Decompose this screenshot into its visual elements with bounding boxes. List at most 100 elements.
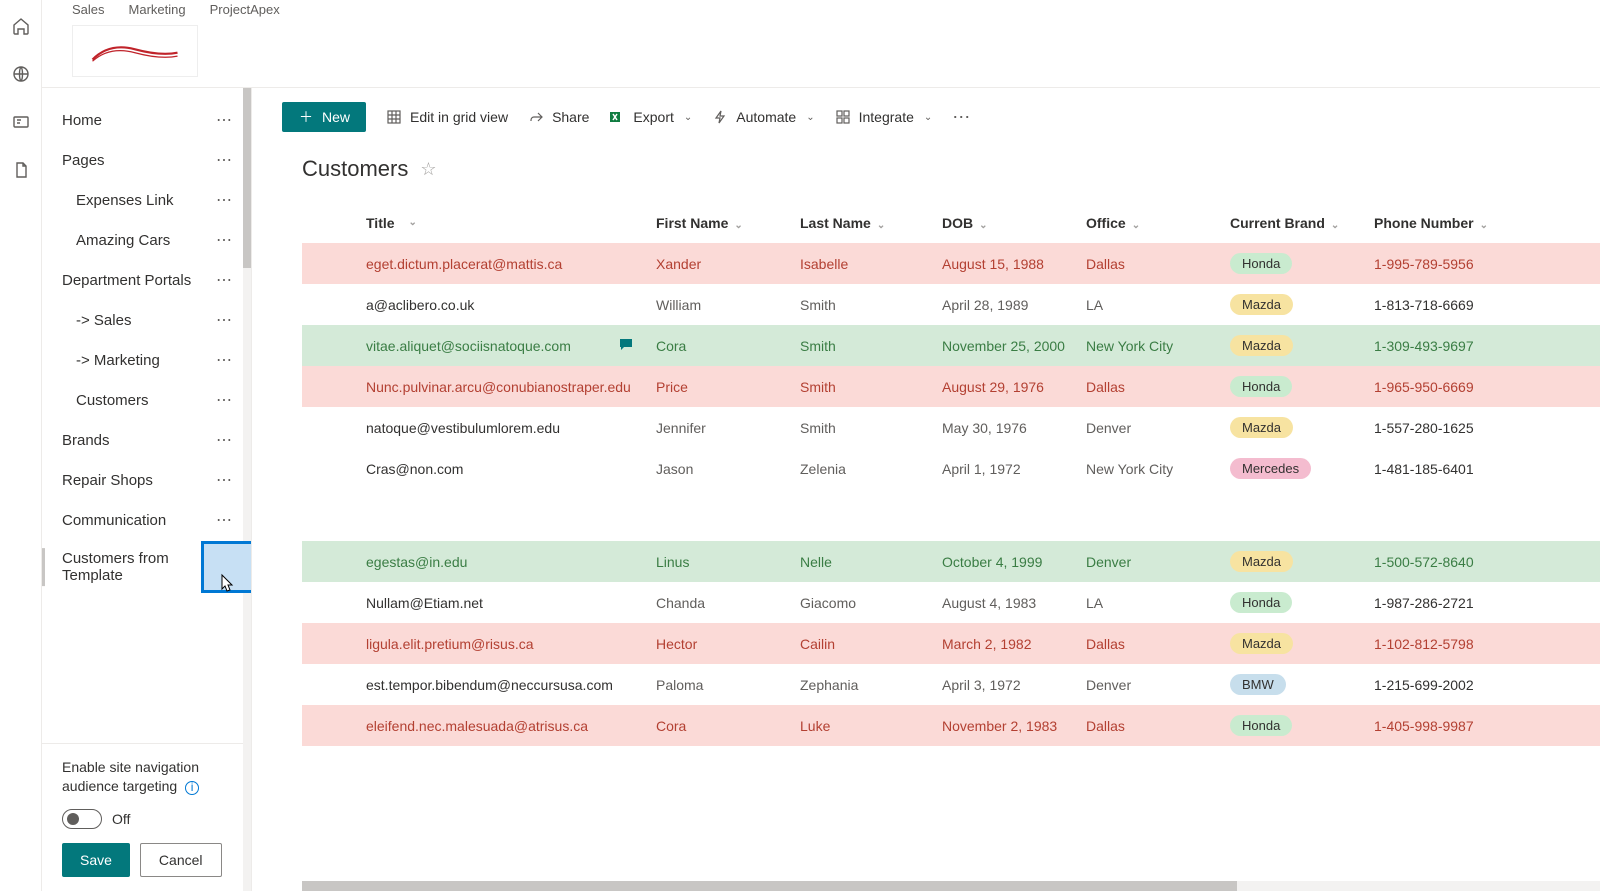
- column-phone[interactable]: Phone Number⌄: [1366, 215, 1506, 231]
- nav-item-more-icon[interactable]: ⋯: [212, 510, 237, 530]
- automate-button[interactable]: Automate ⌄: [712, 109, 814, 125]
- nav-item[interactable]: Expenses Link⋯: [42, 180, 251, 220]
- integrate-button[interactable]: Integrate ⌄: [835, 109, 933, 125]
- document-icon[interactable]: [11, 160, 31, 180]
- nav-item-label: Amazing Cars: [76, 232, 170, 249]
- cell-brand: Mazda: [1222, 335, 1366, 356]
- cell-title[interactable]: Nullam@Etiam.net: [358, 595, 648, 611]
- globe-icon[interactable]: [11, 64, 31, 84]
- favorite-icon[interactable]: ☆: [420, 159, 436, 180]
- save-button[interactable]: Save: [62, 843, 130, 877]
- nav-scrollbar[interactable]: [243, 88, 251, 891]
- info-icon[interactable]: i: [185, 781, 199, 795]
- edit-grid-button[interactable]: Edit in grid view: [386, 109, 508, 125]
- cell-brand: BMW: [1222, 674, 1366, 695]
- column-brand[interactable]: Current Brand⌄: [1222, 215, 1366, 231]
- nav-item-more-icon[interactable]: ⋯: [212, 470, 237, 490]
- brand-pill: Mazda: [1230, 335, 1293, 356]
- automate-icon: [712, 109, 728, 125]
- table-row[interactable]: natoque@vestibulumlorem.eduJenniferSmith…: [302, 407, 1600, 448]
- nav-item-label: Repair Shops: [62, 472, 153, 489]
- cell-title[interactable]: a@aclibero.co.uk: [358, 297, 648, 313]
- table-row[interactable]: egestas@in.eduLinusNelleOctober 4, 1999D…: [302, 541, 1600, 582]
- site-logo[interactable]: [72, 25, 198, 77]
- column-last-name[interactable]: Last Name⌄: [792, 215, 934, 231]
- table-row[interactable]: eget.dictum.placerat@mattis.caXanderIsab…: [302, 243, 1600, 284]
- export-button[interactable]: Export ⌄: [609, 109, 692, 125]
- nav-item-more-icon[interactable]: ⋯: [212, 150, 237, 170]
- nav-item[interactable]: -> Sales⋯: [42, 300, 251, 340]
- nav-item-more-icon[interactable]: ⋯: [212, 430, 237, 450]
- nav-item-more-icon[interactable]: ⋯: [212, 110, 237, 130]
- cell-title[interactable]: eget.dictum.placerat@mattis.ca: [358, 256, 648, 272]
- comment-icon[interactable]: [618, 336, 634, 355]
- nav-item[interactable]: Customers ⋯: [42, 380, 251, 420]
- nav-item-more-icon[interactable]: ⋯: [212, 390, 237, 410]
- nav-item[interactable]: Customers from Template⋯: [42, 540, 251, 594]
- news-icon[interactable]: [11, 112, 31, 132]
- excel-icon: [609, 109, 625, 125]
- nav-item[interactable]: Home⋯: [42, 100, 251, 140]
- cell-title[interactable]: Cras@non.com: [358, 461, 648, 477]
- chevron-down-icon: ⌄: [409, 217, 417, 228]
- cell-first: Cora: [648, 338, 792, 354]
- breadcrumb-item[interactable]: ProjectApex: [210, 2, 280, 17]
- column-dob[interactable]: DOB⌄: [934, 215, 1078, 231]
- column-office[interactable]: Office⌄: [1078, 215, 1222, 231]
- horizontal-scrollbar[interactable]: [302, 881, 1600, 891]
- table-row[interactable]: est.tempor.bibendum@neccursusa.comPaloma…: [302, 664, 1600, 705]
- new-button[interactable]: ＋ New: [282, 102, 366, 132]
- cell-title[interactable]: vitae.aliquet@sociisnatoque.com: [358, 336, 648, 355]
- nav-item[interactable]: Brands⋯: [42, 420, 251, 460]
- cell-title[interactable]: natoque@vestibulumlorem.edu: [358, 420, 648, 436]
- cell-dob: April 28, 1989: [934, 297, 1078, 313]
- table-row[interactable]: ligula.elit.pretium@risus.caHectorCailin…: [302, 623, 1600, 664]
- nav-item[interactable]: Communication⋯: [42, 500, 251, 540]
- table-row[interactable]: a@aclibero.co.ukWilliamSmithApril 28, 19…: [302, 284, 1600, 325]
- breadcrumb-item[interactable]: Marketing: [129, 2, 186, 17]
- table-row[interactable]: eleifend.nec.malesuada@atrisus.caCoraLuk…: [302, 705, 1600, 746]
- audience-toggle[interactable]: [62, 809, 102, 829]
- cell-title[interactable]: Nunc.pulvinar.arcu@conubianostraper.edu: [358, 379, 648, 395]
- nav-item[interactable]: Pages⋯: [42, 140, 251, 180]
- nav-item-more-icon[interactable]: ⋯: [212, 310, 237, 330]
- column-first-name[interactable]: First Name⌄: [648, 215, 792, 231]
- more-actions-button[interactable]: ⋯: [952, 107, 972, 128]
- brand-pill: Honda: [1230, 253, 1292, 274]
- cell-title[interactable]: est.tempor.bibendum@neccursusa.com: [358, 677, 648, 693]
- cell-office: New York City: [1078, 461, 1222, 477]
- nav-item[interactable]: Department Portals⋯: [42, 260, 251, 300]
- breadcrumb-item[interactable]: Sales: [72, 2, 105, 17]
- cell-title[interactable]: eleifend.nec.malesuada@atrisus.ca: [358, 718, 648, 734]
- nav-item-label: -> Marketing: [76, 352, 160, 369]
- cell-first: Jennifer: [648, 420, 792, 436]
- cell-title[interactable]: ligula.elit.pretium@risus.ca: [358, 636, 648, 652]
- nav-item-more-icon[interactable]: ⋯: [212, 270, 237, 290]
- brand-pill: Mercedes: [1230, 458, 1311, 479]
- cancel-button[interactable]: Cancel: [140, 843, 222, 877]
- table-row[interactable]: Cras@non.comJasonZeleniaApril 1, 1972New…: [302, 448, 1600, 489]
- cell-last: Giacomo: [792, 595, 934, 611]
- home-icon[interactable]: [11, 16, 31, 36]
- nav-item-more-icon[interactable]: ⋯: [212, 190, 237, 210]
- share-icon: [528, 109, 544, 125]
- grid-icon: [386, 109, 402, 125]
- cell-last: Nelle: [792, 554, 934, 570]
- nav-item[interactable]: Repair Shops ⋯: [42, 460, 251, 500]
- column-title[interactable]: Title⌄: [358, 215, 648, 231]
- cell-dob: November 25, 2000: [934, 338, 1078, 354]
- nav-item-more-icon[interactable]: ⋯: [212, 350, 237, 370]
- nav-item[interactable]: -> Marketing ⋯: [42, 340, 251, 380]
- chevron-down-icon: ⌄: [734, 220, 742, 231]
- cell-phone: 1-102-812-5798: [1366, 636, 1506, 652]
- nav-item[interactable]: Amazing Cars ⋯: [42, 220, 251, 260]
- cell-first: William: [648, 297, 792, 313]
- table-row[interactable]: Nullam@Etiam.netChandaGiacomoAugust 4, 1…: [302, 582, 1600, 623]
- share-button[interactable]: Share: [528, 109, 589, 125]
- chevron-down-icon: ⌄: [1132, 220, 1140, 231]
- table-row[interactable]: Nunc.pulvinar.arcu@conubianostraper.eduP…: [302, 366, 1600, 407]
- nav-item-more-icon[interactable]: ⋯: [212, 230, 237, 250]
- cell-title[interactable]: egestas@in.edu: [358, 554, 648, 570]
- nav-item-label: Customers: [76, 392, 149, 409]
- table-row[interactable]: vitae.aliquet@sociisnatoque.comCoraSmith…: [302, 325, 1600, 366]
